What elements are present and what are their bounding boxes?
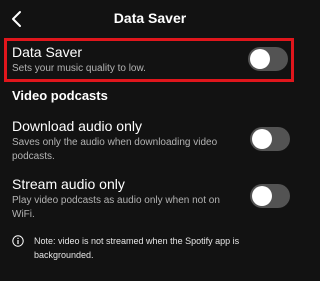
page-title: Data Saver [113,10,187,26]
info-icon [12,235,24,247]
toggle-knob [252,186,272,206]
stream-audio-only-description: Play video podcasts as audio only when n… [12,195,220,220]
header-bar: Data Saver [0,0,300,40]
note-text: Note: video is not streamed when the Spo… [34,236,240,260]
data-saver-label: Data Saver [12,44,83,60]
toggle-knob [252,129,272,149]
data-saver-description: Sets your music quality to low. [12,63,146,74]
data-saver-toggle[interactable] [248,47,288,71]
stream-audio-only-label: Stream audio only [12,176,125,192]
toggle-knob [250,49,270,69]
video-podcasts-heading: Video podcasts [12,88,108,103]
stream-audio-only-toggle[interactable] [250,184,290,208]
download-audio-only-toggle[interactable] [250,127,290,151]
download-audio-only-description: Saves only the audio when downloading vi… [12,137,218,162]
download-audio-only-label: Download audio only [12,118,142,134]
